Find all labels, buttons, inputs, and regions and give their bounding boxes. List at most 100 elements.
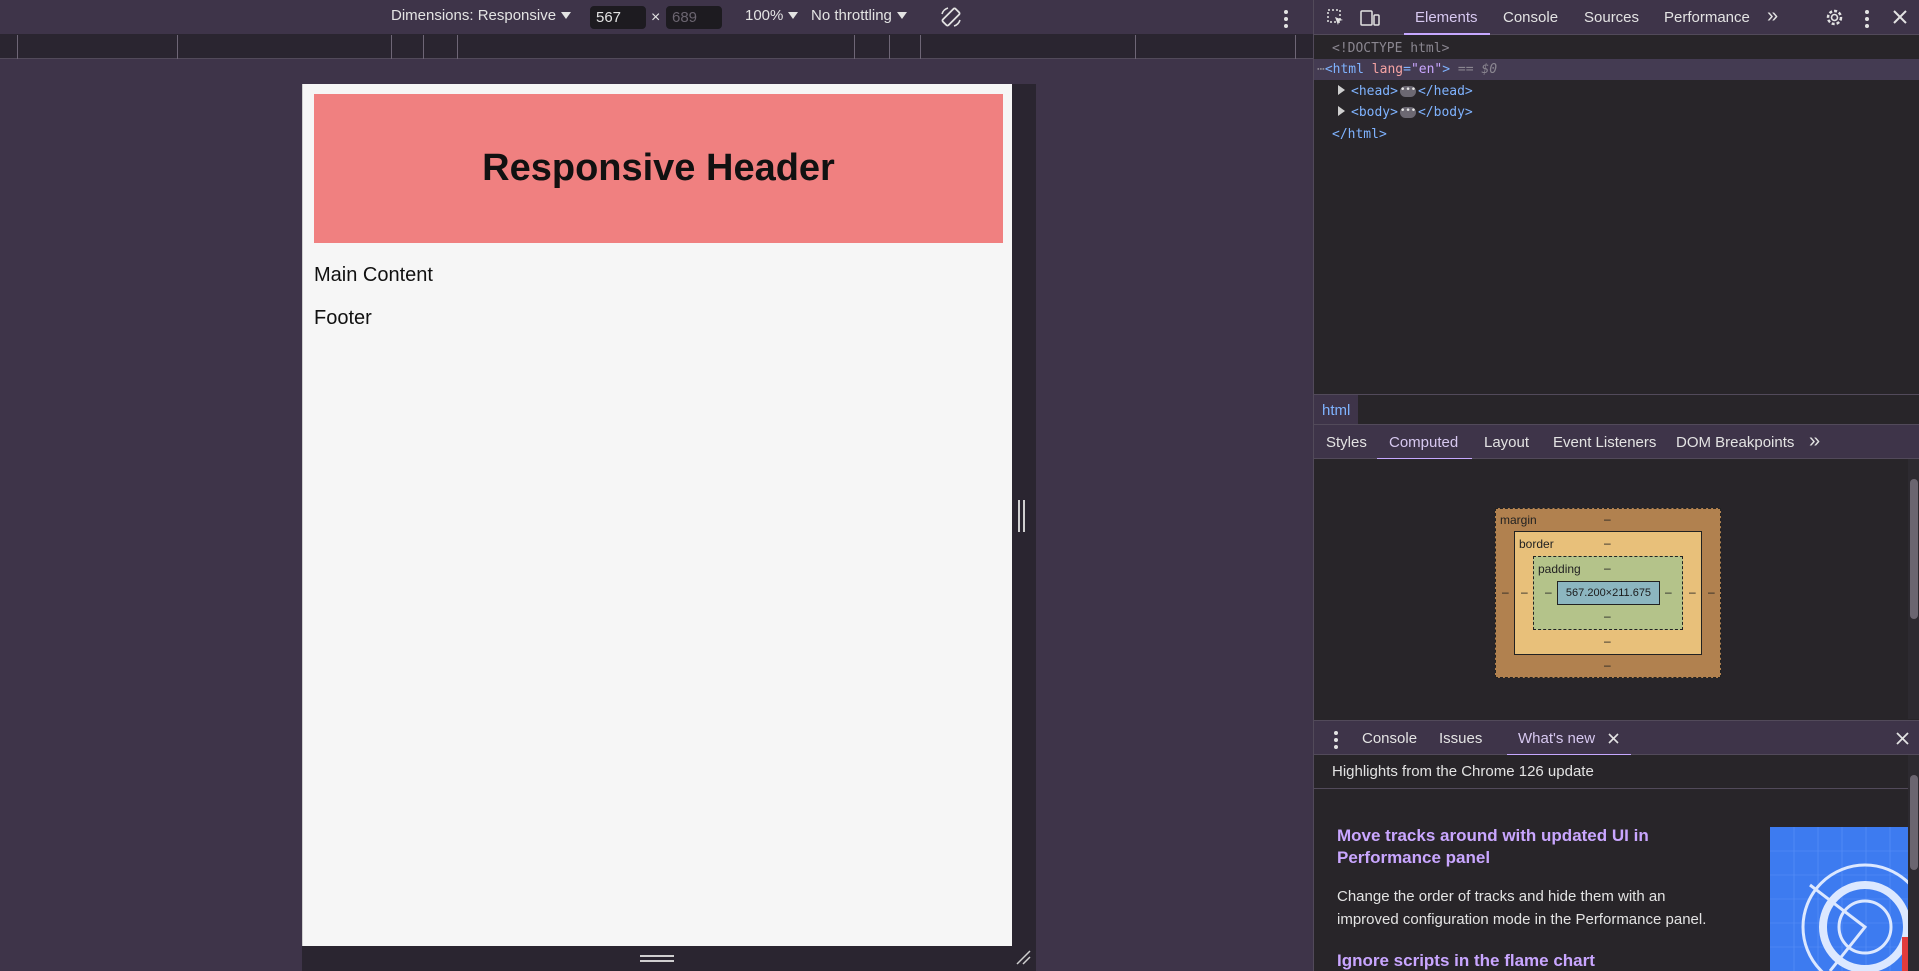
tree-doctype[interactable]: <!DOCTYPE html> bbox=[1314, 38, 1919, 59]
more-tabs-icon[interactable]: » bbox=[1767, 5, 1778, 28]
tab-dom-breakpoints[interactable]: DOM Breakpoints bbox=[1676, 434, 1794, 451]
dimensions-label: Dimensions: Responsive bbox=[391, 7, 557, 24]
border-right-value: – bbox=[1689, 585, 1696, 599]
computed-scrollbar[interactable] bbox=[1908, 459, 1919, 719]
resize-handle-bottom[interactable] bbox=[640, 955, 674, 963]
padding-left-value: – bbox=[1545, 585, 1552, 599]
margin-top-value: – bbox=[1604, 512, 1611, 526]
footer-text: Footer bbox=[314, 307, 372, 329]
device-toolbar: Dimensions: Responsive 567 × 689 100% No… bbox=[0, 0, 1313, 35]
border-label: border bbox=[1519, 537, 1554, 551]
height-input[interactable]: 689 bbox=[666, 6, 722, 29]
whats-new-item1-text-line2: improved configuration mode in the Perfo… bbox=[1337, 911, 1707, 928]
padding-label: padding bbox=[1538, 562, 1581, 576]
throttling-label: No throttling bbox=[811, 7, 892, 24]
border-bottom-value: – bbox=[1604, 634, 1611, 648]
devtools-tabbar: Elements Console Sources Performance » bbox=[1314, 0, 1919, 35]
throttling-dropdown[interactable]: No throttling bbox=[811, 7, 907, 24]
drawer-menu-icon[interactable] bbox=[1334, 731, 1338, 749]
attr-name: lang bbox=[1371, 62, 1404, 77]
zoom-dropdown[interactable]: 100% bbox=[745, 7, 799, 24]
resize-handle-right[interactable] bbox=[1018, 500, 1026, 532]
whats-new-item2-title[interactable]: Ignore scripts in the flame chart bbox=[1337, 950, 1595, 971]
inspect-element-icon[interactable] bbox=[1326, 8, 1346, 28]
expand-triangle-icon[interactable] bbox=[1338, 85, 1345, 95]
highlights-heading: Highlights from the Chrome 126 update bbox=[1314, 755, 1908, 789]
whats-new-item1-title-line2[interactable]: Performance panel bbox=[1337, 847, 1490, 869]
size-separator: × bbox=[651, 9, 661, 26]
drawer-tabbar: Console Issues What's new bbox=[1314, 720, 1919, 756]
margin-right-value: – bbox=[1708, 585, 1715, 599]
device-viewport-area: Responsive Header Main Content Footer bbox=[0, 59, 1313, 971]
drawer-tab-whats-new[interactable]: What's new bbox=[1518, 730, 1595, 747]
close-tab-icon[interactable] bbox=[1608, 733, 1619, 744]
html-close-tag: </html> bbox=[1332, 127, 1387, 142]
tab-computed[interactable]: Computed bbox=[1389, 434, 1458, 451]
settings-gear-icon[interactable] bbox=[1824, 7, 1845, 28]
tree-html-close[interactable]: </html> bbox=[1314, 124, 1919, 145]
tab-sources[interactable]: Sources bbox=[1584, 9, 1639, 26]
body-open-tag: <body> bbox=[1351, 105, 1398, 120]
tab-performance[interactable]: Performance bbox=[1664, 9, 1750, 26]
margin-bottom-value: – bbox=[1604, 658, 1611, 672]
collapsed-ellipsis-icon[interactable]: ••• bbox=[1399, 86, 1416, 97]
zoom-label: 100% bbox=[745, 7, 784, 24]
device-more-icon[interactable] bbox=[1284, 10, 1288, 28]
html-tag: <html bbox=[1324, 62, 1364, 77]
close-drawer-icon[interactable] bbox=[1896, 732, 1909, 745]
row-actions-icon[interactable]: ⋯ bbox=[1317, 62, 1325, 77]
whats-new-item1-title-line1[interactable]: Move tracks around with updated UI in bbox=[1337, 825, 1649, 847]
selected-marker: == $0 bbox=[1457, 62, 1498, 77]
main-content-text: Main Content bbox=[314, 264, 433, 286]
width-input[interactable]: 567 bbox=[590, 6, 646, 29]
padding-bottom-value: – bbox=[1604, 609, 1611, 623]
expand-triangle-icon[interactable] bbox=[1338, 106, 1345, 116]
tab-elements[interactable]: Elements bbox=[1415, 9, 1478, 26]
border-left-value: – bbox=[1521, 585, 1528, 599]
collapsed-ellipsis-icon[interactable]: ••• bbox=[1399, 107, 1416, 118]
devtools-menu-icon[interactable] bbox=[1865, 10, 1869, 28]
padding-top-value: – bbox=[1604, 561, 1611, 575]
border-top-value: – bbox=[1604, 536, 1611, 550]
head-close-tag: </head> bbox=[1417, 84, 1473, 99]
chevron-down-icon bbox=[788, 12, 799, 19]
tab-event-listeners[interactable]: Event Listeners bbox=[1553, 434, 1656, 451]
tree-body[interactable]: <body> ••• </body> bbox=[1314, 102, 1919, 123]
drawer-tab-issues[interactable]: Issues bbox=[1439, 730, 1482, 747]
active-tab-indicator bbox=[1404, 33, 1490, 35]
page-header: Responsive Header bbox=[314, 94, 1003, 243]
dimensions-dropdown[interactable]: Dimensions: Responsive bbox=[391, 7, 572, 24]
tab-styles[interactable]: Styles bbox=[1326, 434, 1367, 451]
breadcrumb-html[interactable]: html bbox=[1314, 395, 1359, 425]
emulated-page[interactable]: Responsive Header Main Content Footer bbox=[302, 84, 1012, 946]
styles-subtabbar: Styles Computed Layout Event Listeners D… bbox=[1314, 424, 1919, 460]
rotate-icon[interactable] bbox=[939, 5, 963, 29]
whats-new-item1-text-line1: Change the order of tracks and hide them… bbox=[1337, 888, 1666, 905]
drawer-scrollbar[interactable] bbox=[1908, 755, 1919, 971]
margin-left-value: – bbox=[1502, 585, 1509, 599]
breadcrumb: html bbox=[1314, 394, 1919, 425]
tab-console[interactable]: Console bbox=[1503, 9, 1558, 26]
margin-label: margin bbox=[1500, 513, 1537, 527]
attr-value: "en" bbox=[1410, 62, 1443, 77]
device-toggle-icon[interactable] bbox=[1359, 8, 1381, 28]
box-model-content-size[interactable]: 567.200×211.675 bbox=[1557, 581, 1660, 605]
whats-new-pane: Highlights from the Chrome 126 update Mo… bbox=[1314, 755, 1908, 971]
page-header-title: Responsive Header bbox=[482, 147, 835, 189]
head-open-tag: <head> bbox=[1351, 84, 1398, 99]
drawer-tab-console[interactable]: Console bbox=[1362, 730, 1417, 747]
tree-head[interactable]: <head> ••• </head> bbox=[1314, 81, 1919, 102]
computed-pane: 567.200×211.675 margin border padding – … bbox=[1314, 459, 1908, 719]
doctype-text: <!DOCTYPE html> bbox=[1332, 41, 1450, 56]
chevron-down-icon bbox=[896, 12, 907, 19]
devtools-panel: Elements Console Sources Performance » <… bbox=[1313, 0, 1919, 971]
padding-right-value: – bbox=[1665, 585, 1672, 599]
chevron-down-icon bbox=[561, 12, 572, 19]
whats-new-thumbnail bbox=[1770, 827, 1908, 971]
resize-corner-icon[interactable] bbox=[1014, 948, 1032, 966]
tree-html-selected[interactable]: ⋯<html lang="en"> == $0 bbox=[1314, 59, 1919, 80]
tab-layout[interactable]: Layout bbox=[1484, 434, 1529, 451]
more-subtabs-icon[interactable]: » bbox=[1809, 430, 1820, 453]
close-devtools-icon[interactable] bbox=[1893, 10, 1907, 24]
chrome-blueprint-image bbox=[1770, 827, 1908, 971]
